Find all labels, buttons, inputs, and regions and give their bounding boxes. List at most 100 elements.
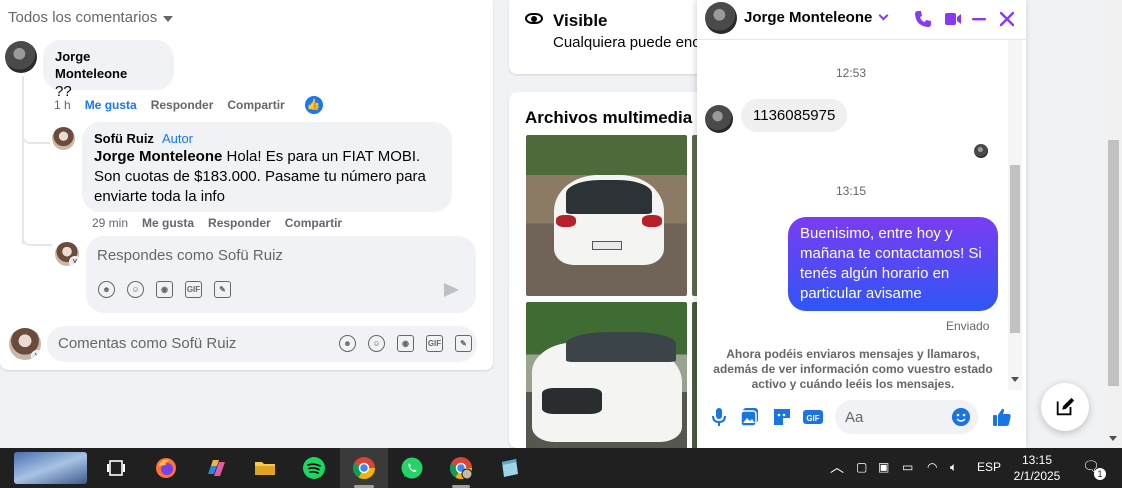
chat-contact-button[interactable]: Jorge Monteleone [744,9,889,26]
reply-input[interactable]: Respondes como Sofü Ruiz ☻ ☺ ◉ GIF ✎ [86,236,476,313]
sticker-icon[interactable]: ✎ [455,335,472,352]
media-photo[interactable] [526,135,687,296]
comment-actions: 1 h Me gusta Responder Compartir 👍 [54,96,323,114]
comment-filter-dropdown[interactable]: Todos los comentarios [8,9,174,26]
car-window [566,180,652,214]
scroll-down-icon[interactable] [1109,436,1117,441]
clock-time: 13:15 [1021,453,1053,467]
chevron-down-icon[interactable]: ˅ [69,256,79,266]
like-reaction-icon[interactable]: 👍 [304,96,323,114]
camera-icon[interactable]: ◉ [397,335,414,352]
firefox-icon[interactable] [154,456,178,480]
meet-icon[interactable]: ▢ [856,460,867,474]
like-button[interactable]: Me gusta [85,98,137,112]
chat-scrollbar[interactable] [1008,40,1022,390]
page-scrollbar[interactable] [1105,0,1122,448]
emoji-icon[interactable] [952,408,970,426]
car-window [566,332,676,362]
eye-icon [525,13,543,24]
comment-text: Jorge Monteleone Hola! Es para un FIAT M… [94,147,440,207]
comment-author[interactable]: Jorge Monteleone [55,48,162,82]
language-indicator[interactable]: ESP [977,460,1001,474]
close-icon[interactable] [997,9,1017,29]
avatar-sticker-icon[interactable]: ☻ [339,335,356,352]
start-button[interactable] [14,452,87,484]
comment-input[interactable]: Comentas como Sofü Ruiz ☻ ☺ ◉ GIF ✎ [47,326,477,362]
image-icon[interactable] [739,406,761,428]
spotify-icon[interactable] [302,456,326,480]
reply-button[interactable]: Responder [208,216,271,230]
outgoing-message[interactable]: Buenisimo, entre hoy y mañana te contact… [788,217,998,311]
avatar[interactable] [52,127,75,150]
mention-link[interactable]: Jorge Monteleone [94,148,222,165]
task-view-icon[interactable] [104,456,128,480]
reply-button[interactable]: Responder [151,98,214,112]
message-placeholder: Aa [845,409,864,426]
clock[interactable]: 13:15 2/1/2025 [1010,452,1064,484]
chrome-profile-icon[interactable] [449,456,473,480]
share-button[interactable]: Compartir [285,216,342,230]
wifi-icon[interactable]: ◠ [927,460,937,474]
svg-text:GIF: GIF [806,414,819,423]
microphone-icon[interactable] [708,406,730,428]
avatar[interactable]: ˅ [55,242,79,266]
chat-header: Jorge Monteleone [697,0,1026,40]
gif-icon[interactable]: GIF [802,406,824,428]
media-photo[interactable] [526,302,687,448]
chat-composer: GIF Aa [697,396,1026,440]
comment-time[interactable]: 1 h [54,98,71,112]
show-hidden-icons-icon[interactable]: ︿ [830,457,844,477]
media-card: Archivos multimedia re [509,92,709,448]
avatar[interactable] [705,2,737,34]
whatsapp-icon[interactable] [400,456,424,480]
message-timestamp: 12:53 [835,66,867,80]
sticker-icon[interactable]: ✎ [214,281,231,298]
visibility-card: Visible Cualquiera puede enc [509,0,709,74]
notes-icon[interactable] [498,456,522,480]
tray-app-icon[interactable]: ▣ [878,460,889,474]
camera-icon[interactable]: ◉ [156,281,173,298]
share-button[interactable]: Compartir [227,98,284,112]
phone-icon[interactable] [913,9,933,29]
avatar[interactable] [5,41,37,73]
emoji-icon[interactable]: ☺ [127,281,144,298]
car-light [556,215,576,227]
volume-icon[interactable]: 🔈︎ [950,460,957,475]
thumbs-up-icon[interactable] [991,406,1013,428]
visibility-subtitle: Cualquiera puede enc [553,34,700,51]
comment-author[interactable]: Sofü Ruiz [94,131,154,146]
copilot-icon[interactable] [204,456,228,480]
battery-icon[interactable]: ▭ [902,460,913,474]
scrollbar-thumb[interactable] [1108,140,1119,386]
avatar[interactable]: ˅ [9,328,41,360]
chat-window: Jorge Monteleone 12:53 1136085975 13:15 … [697,0,1026,448]
avatar-sticker-icon[interactable]: ☻ [98,281,115,298]
comment-author-line: Sofü Ruiz Autor [94,130,440,147]
send-icon[interactable] [444,283,459,297]
gif-icon[interactable]: GIF [185,281,202,298]
license-plate [592,241,622,250]
chevron-down-icon[interactable]: ˅ [31,350,41,360]
read-receipt-avatar [974,144,988,158]
video-icon[interactable] [943,9,963,29]
like-button[interactable]: Me gusta [142,216,194,230]
gif-icon[interactable]: GIF [426,335,443,352]
incoming-message[interactable]: 1136085975 [741,99,848,132]
comment-toolbar: ☻ ☺ ◉ GIF ✎ [339,335,472,352]
emoji-icon[interactable]: ☺ [368,335,385,352]
sticker-icon[interactable] [771,406,793,428]
comment-time[interactable]: 29 min [92,216,128,230]
file-explorer-icon[interactable] [253,456,277,480]
avatar[interactable] [705,105,733,133]
thread-connector [22,232,52,246]
minimize-icon[interactable] [969,9,989,29]
scroll-down-icon[interactable] [1011,377,1019,382]
chat-contact-name: Jorge Monteleone [744,9,873,26]
scrollbar-thumb[interactable] [1010,165,1020,333]
caret-down-icon [163,15,174,22]
new-message-button[interactable] [1041,383,1089,431]
chrome-icon[interactable] [352,456,376,480]
chat-notice: Ahora podéis enviaros mensajes y llamaro… [713,347,993,390]
comment-actions: 29 min Me gusta Responder Compartir [92,216,342,230]
clock-date: 2/1/2025 [1013,469,1061,483]
